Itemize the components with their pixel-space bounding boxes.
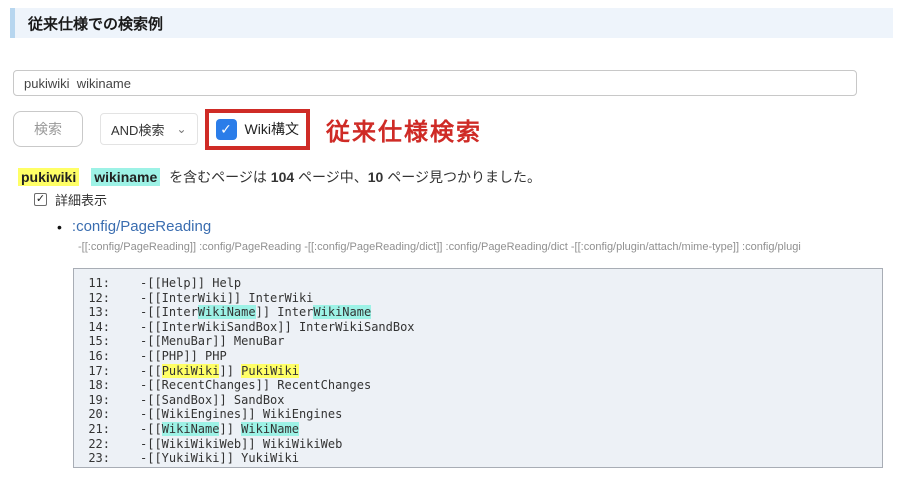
- code-line: 16: -[[PHP]] PHP: [84, 349, 882, 364]
- code-text: -[[WikiEngines]] WikiEngines: [140, 407, 342, 421]
- search-mode-select[interactable]: AND検索 ⌄: [100, 113, 198, 145]
- code-text: -[[WikiWikiWeb]] WikiWikiWeb: [140, 437, 342, 451]
- code-line-number: 21:: [84, 422, 110, 437]
- result-keyword-2: wikiname: [91, 168, 160, 186]
- code-text: -[[InterWikiSandBox]] InterWikiSandBox: [140, 320, 415, 334]
- code-line: 13:-[[InterWikiName]] InterWikiName: [84, 305, 882, 320]
- search-input[interactable]: [13, 70, 857, 96]
- code-line: 18: -[[RecentChanges]] RecentChanges: [84, 378, 882, 393]
- code-line-number: 23:: [84, 451, 110, 466]
- code-block: 11: -[[Help]] Help 12: -[[InterWiki]] Inter…: [73, 268, 883, 468]
- page-title: 従来仕様での検索例: [15, 13, 163, 34]
- wiki-syntax-checkbox[interactable]: ✓: [216, 119, 237, 140]
- code-line-content: -[[PHP]] PHP: [140, 349, 227, 363]
- result-summary: pukiwiki wikiname を含むページは 104 ページ中、10 ページ…: [18, 167, 541, 187]
- highlighted-keyword: WikiName: [162, 422, 220, 436]
- code-line-number: 19:: [84, 393, 110, 408]
- code-line-content: -[[YukiWiki]] YukiWiki: [140, 451, 299, 465]
- code-line-number: 13:: [84, 305, 110, 320]
- result-list-item: • :config/PageReading: [57, 218, 211, 235]
- code-line: 20: -[[WikiEngines]] WikiEngines: [84, 407, 882, 422]
- result-snippet: -[[:config/PageReading]] :config/PageRea…: [78, 241, 902, 253]
- detail-checkbox-label[interactable]: 詳細表示: [55, 190, 107, 209]
- search-controls: 検索 AND検索 ⌄ ✓ Wiki構文 従来仕様検索: [13, 106, 482, 152]
- code-line: 19: -[[SandBox]] SandBox: [84, 393, 882, 408]
- code-text: -[[SandBox]] SandBox: [140, 393, 285, 407]
- result-total-pages: 104: [271, 169, 294, 185]
- code-line-content: -[[WikiEngines]] WikiEngines: [140, 407, 342, 421]
- code-line-number: 18:: [84, 378, 110, 393]
- result-text-contains: を含むページは: [169, 169, 267, 185]
- code-line-number: 11:: [84, 276, 110, 291]
- code-lines: 11: -[[Help]] Help 12: -[[InterWiki]] Inter…: [84, 276, 882, 466]
- code-line-number: 20:: [84, 407, 110, 422]
- code-line-content: -[[InterWiki]] InterWiki: [140, 291, 313, 305]
- section-header: 従来仕様での検索例: [10, 8, 893, 38]
- code-line-content: -[[WikiWikiWeb]] WikiWikiWeb: [140, 437, 342, 451]
- code-line-content: -[[SandBox]] SandBox: [140, 393, 285, 407]
- annotation-highlight-box: ✓ Wiki構文: [205, 109, 310, 150]
- code-text: ]]: [219, 422, 241, 436]
- wiki-syntax-label[interactable]: Wiki構文: [245, 119, 299, 139]
- highlighted-keyword: WikiName: [313, 305, 371, 319]
- code-line-content: -[[MenuBar]] MenuBar: [140, 334, 285, 348]
- result-text-of: ページ中、: [298, 169, 368, 185]
- code-text: -[[RecentChanges]] RecentChanges: [140, 378, 371, 392]
- highlighted-keyword: WikiName: [198, 305, 256, 319]
- code-line-content: -[[InterWikiName]] InterWikiName: [140, 305, 371, 319]
- code-line-content: -[[PukiWiki]] PukiWiki: [140, 364, 299, 378]
- code-line: 12: -[[InterWiki]] InterWiki: [84, 291, 882, 306]
- code-line: 23: -[[YukiWiki]] YukiWiki: [84, 451, 882, 466]
- code-line: 11: -[[Help]] Help: [84, 276, 882, 291]
- code-text: ]]: [219, 364, 241, 378]
- code-text: -[[Inter: [140, 305, 198, 319]
- chevron-down-icon: ⌄: [176, 123, 186, 135]
- detail-checkbox[interactable]: ✓: [34, 193, 47, 206]
- code-line-content: -[[InterWikiSandBox]] InterWikiSandBox: [140, 320, 415, 334]
- result-keyword-1: pukiwiki: [18, 168, 79, 186]
- highlighted-keyword: WikiName: [241, 422, 299, 436]
- result-found-pages: 10: [368, 169, 384, 185]
- code-text: -[[Help]] Help: [140, 276, 241, 290]
- code-line: 14: -[[InterWikiSandBox]] InterWikiSandBo…: [84, 320, 882, 335]
- code-line-content: -[[RecentChanges]] RecentChanges: [140, 378, 371, 392]
- code-line-number: 22:: [84, 437, 110, 452]
- code-text: -[[MenuBar]] MenuBar: [140, 334, 285, 348]
- code-line-number: 12:: [84, 291, 110, 306]
- checkmark-icon: ✓: [36, 193, 45, 205]
- search-mode-value: AND検索: [111, 120, 164, 139]
- bullet-icon: •: [57, 219, 62, 235]
- code-line-number: 15:: [84, 334, 110, 349]
- code-text: -[[: [140, 422, 162, 436]
- code-line-content: -[[Help]] Help: [140, 276, 241, 290]
- code-text: ]] Inter: [256, 305, 314, 319]
- checkmark-icon: ✓: [220, 122, 232, 136]
- highlighted-keyword: PukiWiki: [241, 364, 299, 378]
- code-text: -[[InterWiki]] InterWiki: [140, 291, 313, 305]
- code-line: 22: -[[WikiWikiWeb]] WikiWikiWeb: [84, 437, 882, 452]
- code-text: -[[YukiWiki]] YukiWiki: [140, 451, 299, 465]
- annotation-text: 従来仕様検索: [326, 112, 482, 147]
- detail-display-row: ✓ 詳細表示: [34, 190, 107, 209]
- code-line-number: 17:: [84, 364, 110, 379]
- result-page-link[interactable]: :config/PageReading: [72, 218, 211, 235]
- highlighted-keyword: PukiWiki: [162, 364, 220, 378]
- code-text: -[[: [140, 364, 162, 378]
- code-text: -[[PHP]] PHP: [140, 349, 227, 363]
- code-line: 21:-[[WikiName]] WikiName: [84, 422, 882, 437]
- code-line-number: 16:: [84, 349, 110, 364]
- code-line-number: 14:: [84, 320, 110, 335]
- result-text-found: ページ見つかりました。: [387, 169, 541, 185]
- code-line-content: -[[WikiName]] WikiName: [140, 422, 299, 436]
- code-line: 15: -[[MenuBar]] MenuBar: [84, 334, 882, 349]
- search-button[interactable]: 検索: [13, 111, 83, 147]
- code-line: 17:-[[PukiWiki]] PukiWiki: [84, 364, 882, 379]
